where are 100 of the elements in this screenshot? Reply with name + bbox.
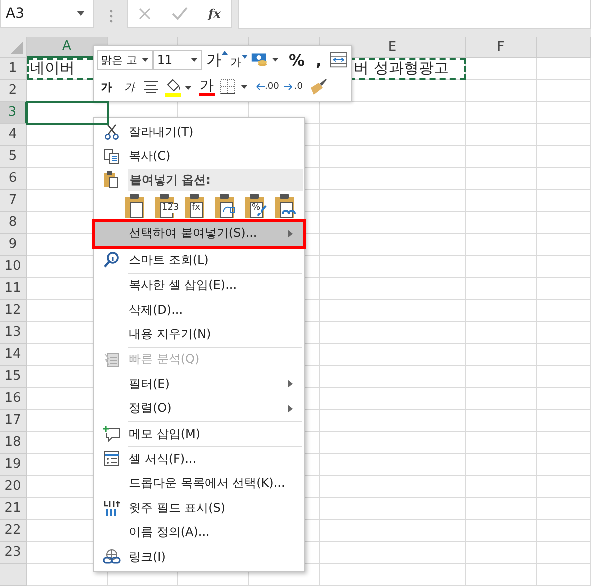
fill-color-icon[interactable] [164,77,194,97]
menu-item[interactable]: 이름 정의(A)... [95,520,303,545]
spreadsheet-cell[interactable] [466,124,537,146]
spreadsheet-cell[interactable] [537,278,591,300]
paste-option-button[interactable]: % [244,194,270,220]
menu-item[interactable]: 드롭다운 목록에서 선택(K)... [95,472,303,496]
spreadsheet-cell[interactable] [320,498,466,520]
row-header[interactable]: 17 [0,410,27,432]
row-header[interactable]: 16 [0,388,27,410]
spreadsheet-cell[interactable] [537,300,591,322]
spreadsheet-cell[interactable] [537,520,591,542]
row-header[interactable]: 20 [0,476,27,498]
paste-option-button[interactable]: fx [184,194,210,220]
increase-decimal-button[interactable]: .00 [255,82,280,92]
spreadsheet-cell[interactable] [537,212,591,234]
format-button[interactable]: % [286,50,308,70]
spreadsheet-cell[interactable] [320,168,466,190]
spreadsheet-cell[interactable] [537,454,591,476]
check-icon[interactable] [172,6,188,20]
italic-button[interactable]: 가 [121,80,138,94]
spreadsheet-cell[interactable] [466,322,537,344]
spreadsheet-cell[interactable] [320,410,466,432]
spreadsheet-cell[interactable] [537,388,591,410]
row-header[interactable]: 15 [0,366,27,388]
spreadsheet-cell[interactable] [466,278,537,300]
spreadsheet-cell[interactable] [537,146,591,168]
decrease-decimal-button[interactable]: .0 [284,82,303,92]
row-header[interactable]: 1 [0,58,27,80]
spreadsheet-cell[interactable] [466,58,537,80]
row-header[interactable]: 13 [0,322,27,344]
spreadsheet-cell[interactable] [466,212,537,234]
align-center-icon[interactable] [143,80,159,94]
row-header[interactable]: 7 [0,190,27,212]
spreadsheet-cell[interactable] [537,256,591,278]
spreadsheet-cell[interactable] [537,80,591,102]
active-cell[interactable] [27,102,108,124]
cancel-icon[interactable] [138,6,152,20]
row-header[interactable]: 14 [0,344,27,366]
spreadsheet-cell[interactable] [537,410,591,432]
menu-item[interactable]: 링크(I) [95,544,303,570]
row-header[interactable]: 3 [0,102,27,124]
currency-icon[interactable] [250,51,281,69]
menu-item[interactable]: 스마트 조회(L) [95,248,303,273]
row-header[interactable]: 19 [0,454,27,476]
spreadsheet-cell[interactable] [466,520,537,542]
row-header[interactable]: 12 [0,300,27,322]
spreadsheet-cell[interactable] [466,498,537,520]
column-header[interactable]: F [466,37,537,58]
spreadsheet-cell[interactable] [320,124,466,146]
menu-item[interactable]: 내용 지우기(N) [95,322,303,347]
dropdown-arrow-icon[interactable] [77,11,85,16]
spreadsheet-cell[interactable] [466,542,537,564]
row-header[interactable]: 21 [0,498,27,520]
row-header[interactable]: 6 [0,168,27,190]
row-header[interactable]: 10 [0,256,27,278]
borders-icon[interactable] [220,79,250,95]
spreadsheet-cell[interactable] [466,410,537,432]
spreadsheet-cell[interactable] [466,388,537,410]
spreadsheet-cell[interactable] [466,344,537,366]
spreadsheet-cell[interactable] [320,542,466,564]
row-header[interactable]: 23 [0,542,27,564]
spreadsheet-cell[interactable] [320,212,466,234]
spreadsheet-cell[interactable] [466,146,537,168]
spreadsheet-cell[interactable] [320,234,466,256]
name-box[interactable]: A3 [0,0,94,28]
spreadsheet-cell[interactable] [537,344,591,366]
spreadsheet-cell[interactable] [466,454,537,476]
spreadsheet-cell[interactable] [320,256,466,278]
spreadsheet-cell[interactable] [537,234,591,256]
menu-item[interactable]: 메모 삽입(M) [95,422,303,446]
spreadsheet-cell[interactable] [537,124,591,146]
spreadsheet-cell[interactable] [537,498,591,520]
spreadsheet-cell[interactable] [466,476,537,498]
spreadsheet-cell[interactable] [320,476,466,498]
spreadsheet-cell[interactable] [320,300,466,322]
menu-item[interactable]: 선택하여 붙여넣기(S)... [95,222,303,246]
spreadsheet-cell[interactable] [537,564,591,586]
menu-item[interactable]: 정렬(O) [95,396,303,421]
spreadsheet-cell[interactable] [320,146,466,168]
spreadsheet-cell[interactable] [537,542,591,564]
spreadsheet-cell[interactable] [320,388,466,410]
spreadsheet-cell[interactable] [320,278,466,300]
spreadsheet-cell[interactable] [537,322,591,344]
spreadsheet-cell[interactable] [537,366,591,388]
spreadsheet-cell[interactable] [537,432,591,454]
spreadsheet-cell[interactable] [537,168,591,190]
formula-input[interactable] [238,0,591,29]
menu-item[interactable]: 잘라내기(T) [95,120,303,144]
shrink-font-button[interactable]: 가 [230,54,246,70]
menu-item[interactable]: 복사한 셀 삽입(E)... [95,274,303,298]
spreadsheet-cell[interactable] [466,190,537,212]
spreadsheet-cell[interactable] [320,564,466,586]
row-header[interactable]: 11 [0,278,27,300]
spreadsheet-cell[interactable] [466,234,537,256]
spreadsheet-cell[interactable] [320,454,466,476]
spreadsheet-cell[interactable] [466,432,537,454]
column-header[interactable] [537,37,591,58]
spreadsheet-cell[interactable] [466,168,537,190]
spreadsheet-cell[interactable] [537,476,591,498]
row-header[interactable]: 2 [0,80,27,102]
